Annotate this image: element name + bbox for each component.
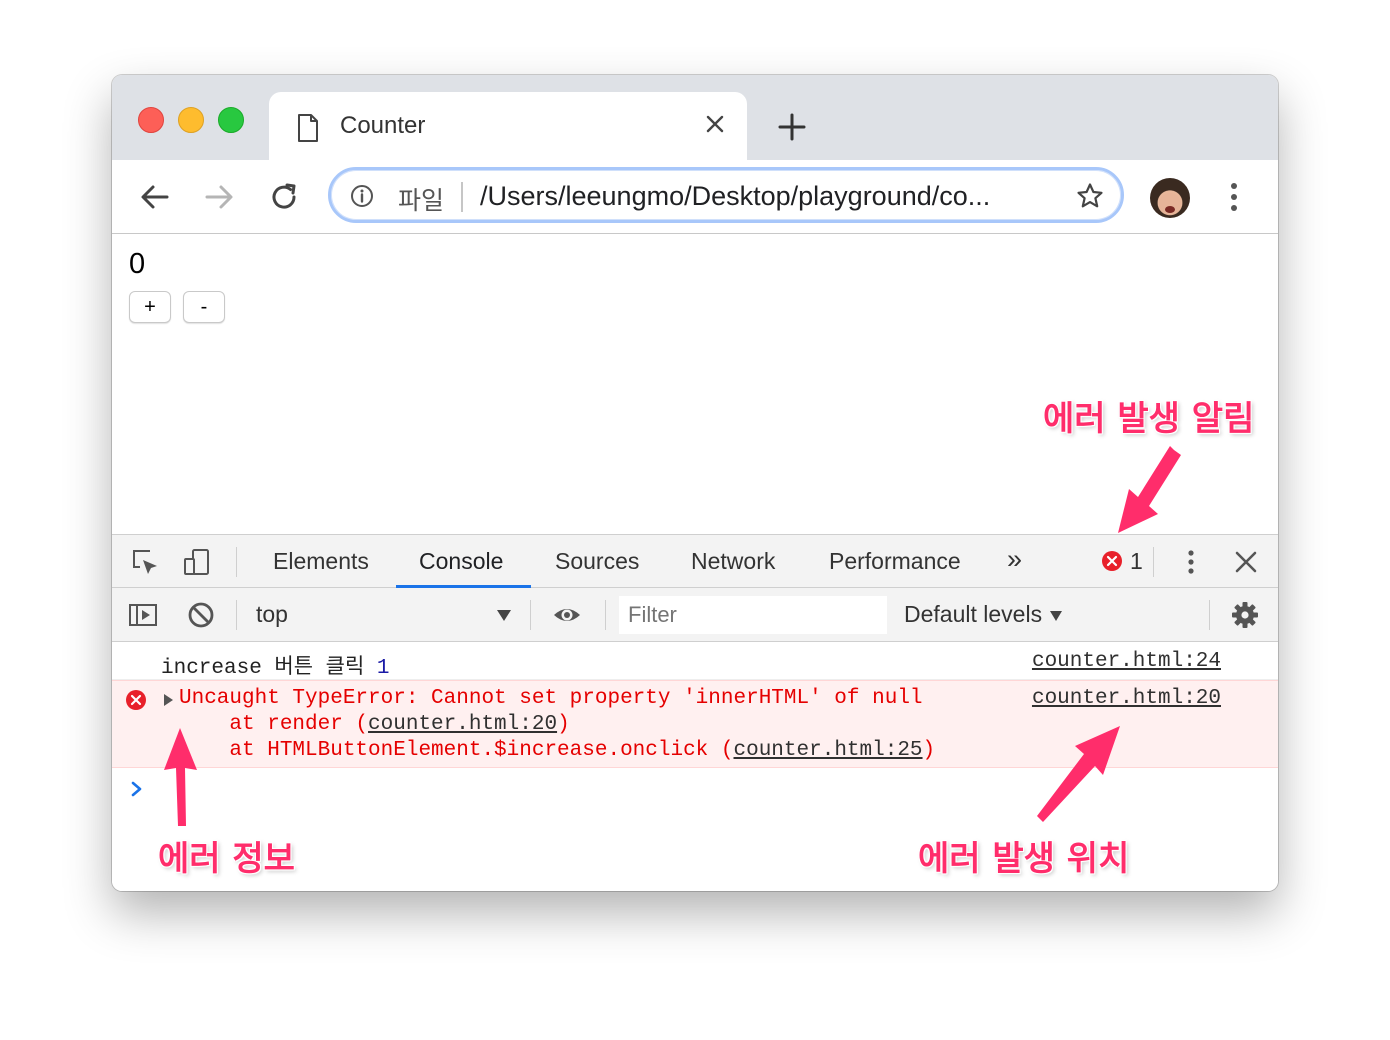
log-levels-label: Default levels	[904, 601, 1043, 627]
browser-tab[interactable]: Counter	[269, 92, 747, 162]
log-source-link[interactable]: counter.html:24	[1032, 650, 1221, 673]
new-tab-icon[interactable]	[777, 112, 807, 142]
toolbar-divider	[530, 600, 531, 630]
annotation-error-info: 에러 정보	[158, 839, 295, 879]
address-bar[interactable]: 파일 /Users/leeungmo/Desktop/playground/co…	[328, 167, 1124, 223]
tab-console[interactable]: Console	[419, 548, 503, 575]
log-message: increase 버튼 클릭 1	[161, 650, 390, 680]
devtools-tab-bar: Elements Console Sources Network Perform…	[112, 534, 1278, 588]
toolbar-divider	[1209, 600, 1210, 630]
more-tabs-icon[interactable]: »	[1007, 544, 1022, 575]
toolbar-divider	[605, 600, 606, 630]
toolbar-divider	[236, 547, 237, 577]
error-badge-icon[interactable]	[1101, 550, 1123, 572]
device-toolbar-icon[interactable]	[182, 547, 212, 577]
stack-text: at HTMLButtonElement.$increase.onclick (	[179, 739, 734, 762]
annotation-error-alert: 에러 발생 알림	[1043, 399, 1255, 439]
document-icon	[298, 114, 318, 142]
stack-text: )	[922, 739, 936, 762]
close-tab-icon[interactable]	[703, 112, 727, 136]
tab-network[interactable]: Network	[691, 548, 775, 575]
console-prompt-icon[interactable]	[130, 780, 144, 798]
toolbar-divider	[1153, 547, 1154, 577]
forward-arrow-icon[interactable]	[202, 180, 236, 214]
error-message: Uncaught TypeError: Cannot set property …	[179, 687, 923, 710]
error-icon	[126, 690, 146, 710]
console-toolbar: top Default levels	[112, 588, 1278, 642]
avatar-mouth	[1165, 206, 1175, 213]
tab-elements[interactable]: Elements	[273, 548, 369, 575]
eye-icon[interactable]	[552, 600, 582, 630]
url-text[interactable]: /Users/leeungmo/Desktop/playground/co...	[480, 181, 990, 212]
console-error-row: Uncaught TypeError: Cannot set property …	[112, 680, 1278, 768]
increase-button[interactable]: +	[129, 291, 171, 323]
annotation-error-location: 에러 발생 위치	[918, 839, 1130, 879]
error-source-link[interactable]: counter.html:20	[1032, 687, 1221, 710]
console-log-row: increase 버튼 클릭 1 counter.html:24	[112, 642, 1278, 680]
show-sidebar-icon[interactable]	[128, 600, 158, 630]
title-bar: Counter	[112, 75, 1278, 162]
chevron-down-icon	[1050, 610, 1063, 621]
stack-source-link[interactable]: counter.html:20	[368, 713, 557, 736]
error-stack-line-1: at render (counter.html:20)	[179, 713, 570, 736]
browser-window: Counter 파일 /Users/leeungmo/Desktop/playg…	[112, 75, 1278, 891]
page-content: 0 + -	[112, 234, 1278, 534]
close-window-button[interactable]	[138, 107, 164, 133]
decrease-button[interactable]: -	[183, 291, 225, 323]
profile-avatar[interactable]	[1150, 178, 1190, 218]
tab-sources[interactable]: Sources	[555, 548, 639, 575]
log-levels-dropdown[interactable]: Default levels	[904, 601, 1063, 628]
error-count[interactable]: 1	[1130, 548, 1143, 575]
zoom-window-button[interactable]	[218, 107, 244, 133]
chevron-down-icon[interactable]	[497, 610, 511, 621]
stack-text: at render (	[179, 713, 369, 736]
filter-input[interactable]	[619, 596, 887, 634]
bookmark-star-icon[interactable]	[1076, 182, 1104, 210]
log-text: increase 버튼 클릭	[161, 657, 377, 680]
browser-toolbar: 파일 /Users/leeungmo/Desktop/playground/co…	[112, 160, 1278, 234]
error-stack-line-2: at HTMLButtonElement.$increase.onclick (…	[179, 739, 935, 762]
inspect-element-icon[interactable]	[130, 547, 160, 577]
stack-source-link[interactable]: counter.html:25	[734, 739, 923, 762]
url-scheme-label: 파일	[398, 187, 445, 215]
expand-triangle-icon[interactable]	[164, 694, 173, 706]
gear-icon[interactable]	[1230, 600, 1260, 630]
tab-performance[interactable]: Performance	[829, 548, 961, 575]
counter-value: 0	[129, 248, 146, 280]
minimize-window-button[interactable]	[178, 107, 204, 133]
clear-console-icon[interactable]	[186, 600, 216, 630]
close-devtools-icon[interactable]	[1231, 547, 1261, 577]
devtools-menu-icon[interactable]	[1176, 547, 1206, 577]
context-selector[interactable]: top	[256, 601, 288, 628]
reload-icon[interactable]	[267, 180, 301, 214]
back-arrow-icon[interactable]	[138, 180, 172, 214]
browser-menu-icon[interactable]	[1220, 180, 1248, 214]
toolbar-divider	[236, 600, 237, 630]
info-icon[interactable]	[350, 184, 374, 208]
address-divider	[461, 182, 463, 212]
stack-text: )	[557, 713, 570, 736]
log-number: 1	[376, 657, 390, 680]
tab-title: Counter	[340, 112, 426, 139]
